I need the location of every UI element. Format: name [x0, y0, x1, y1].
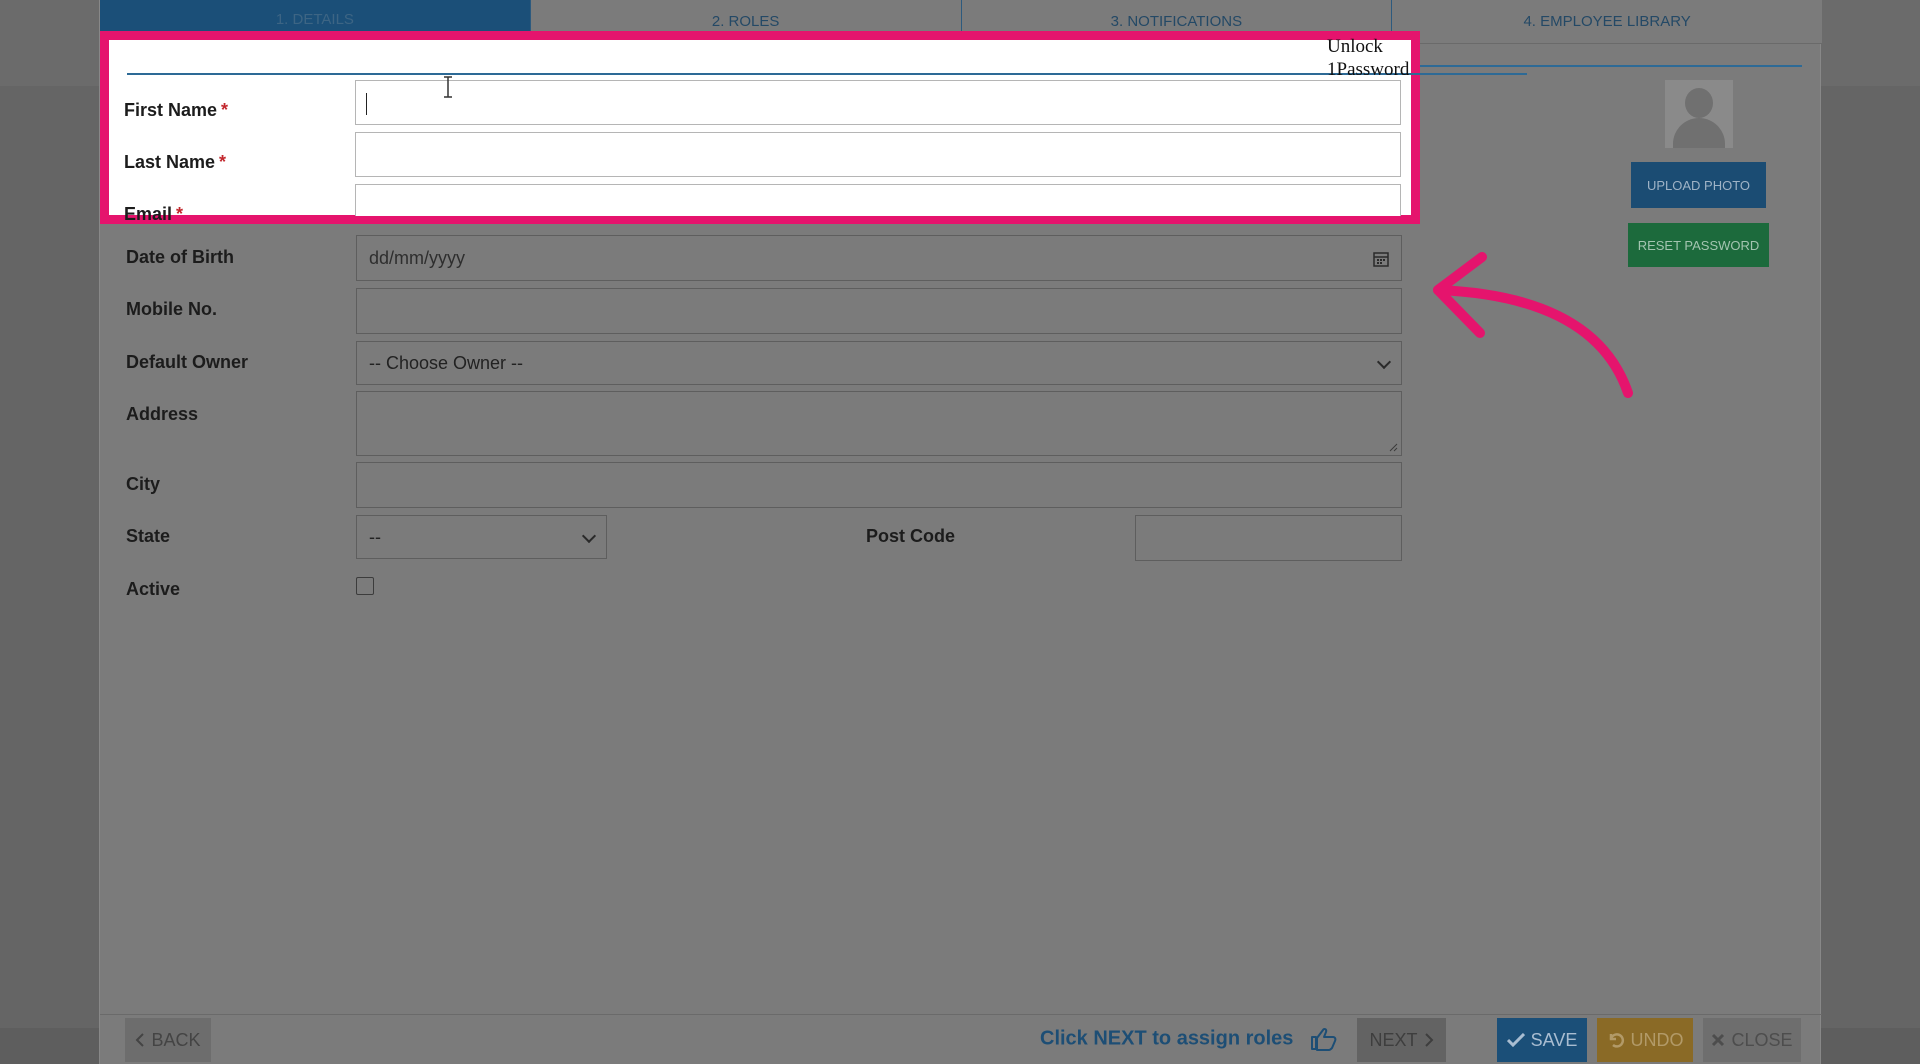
address-textarea[interactable]: [356, 391, 1402, 456]
mobile-input[interactable]: [356, 288, 1402, 334]
owner-select[interactable]: -- Choose Owner --: [356, 341, 1402, 385]
owner-label: Default Owner: [126, 352, 249, 372]
owner-select-value: -- Choose Owner --: [369, 352, 524, 373]
check-icon: [1506, 1033, 1525, 1047]
undo-button[interactable]: UNDO: [1597, 1018, 1693, 1062]
close-icon: [1712, 1033, 1725, 1047]
postcode-input[interactable]: [1135, 515, 1402, 561]
avatar: [1665, 80, 1733, 148]
active-checkbox[interactable]: [356, 577, 374, 595]
mobile-label: Mobile No.: [126, 299, 217, 319]
next-hint-text: Click NEXT to assign roles: [1040, 1027, 1294, 1050]
state-select-value: --: [369, 526, 381, 547]
state-select[interactable]: --: [356, 515, 607, 559]
tab-details[interactable]: 1. DETAILS: [100, 0, 531, 42]
undo-label: UNDO: [1630, 1029, 1684, 1050]
city-label: City: [126, 474, 161, 494]
city-input[interactable]: [356, 462, 1402, 508]
footer-divider: [100, 1014, 1822, 1015]
dob-placeholder: dd/mm/yyyy: [369, 247, 466, 268]
upload-photo-button[interactable]: UPLOAD PHOTO: [1631, 162, 1766, 208]
close-button[interactable]: CLOSE: [1703, 1018, 1801, 1062]
save-label: SAVE: [1530, 1029, 1578, 1050]
chevron-left-icon: [136, 1033, 145, 1047]
employee-modal: 1. DETAILS 2. ROLES 3. NOTIFICATIONS 4. …: [99, 0, 1822, 1064]
back-label: BACK: [151, 1029, 201, 1050]
tab-bar: 1. DETAILS 2. ROLES 3. NOTIFICATIONS 4. …: [100, 0, 1822, 44]
next-hint: Click NEXT to assign roles: [1040, 1026, 1337, 1052]
thumbs-right-icon: [1310, 1027, 1337, 1051]
next-button[interactable]: NEXT: [1357, 1018, 1446, 1062]
tab-roles[interactable]: 2. ROLES: [531, 0, 962, 42]
close-label: CLOSE: [1731, 1029, 1793, 1050]
reset-password-button[interactable]: RESET PASSWORD: [1628, 223, 1769, 267]
dob-input[interactable]: dd/mm/yyyy: [356, 235, 1402, 281]
save-button[interactable]: SAVE: [1497, 1018, 1587, 1062]
tab-employee-library[interactable]: 4. EMPLOYEE LIBRARY: [1392, 0, 1822, 42]
calendar-icon[interactable]: [1373, 251, 1389, 267]
active-label: Active: [126, 579, 181, 599]
next-label: NEXT: [1369, 1029, 1418, 1050]
resize-handle-icon[interactable]: [1388, 442, 1398, 452]
address-label: Address: [126, 404, 199, 424]
chevron-right-icon: [1424, 1033, 1433, 1047]
state-label: State: [126, 526, 171, 546]
tab-notifications[interactable]: 3. NOTIFICATIONS: [962, 0, 1393, 42]
dob-label: Date of Birth: [126, 247, 234, 267]
undo-icon: [1609, 1033, 1624, 1048]
back-button[interactable]: BACK: [125, 1018, 211, 1062]
tab-underline: [119, 65, 1802, 67]
postcode-label: Post Code: [866, 526, 956, 546]
